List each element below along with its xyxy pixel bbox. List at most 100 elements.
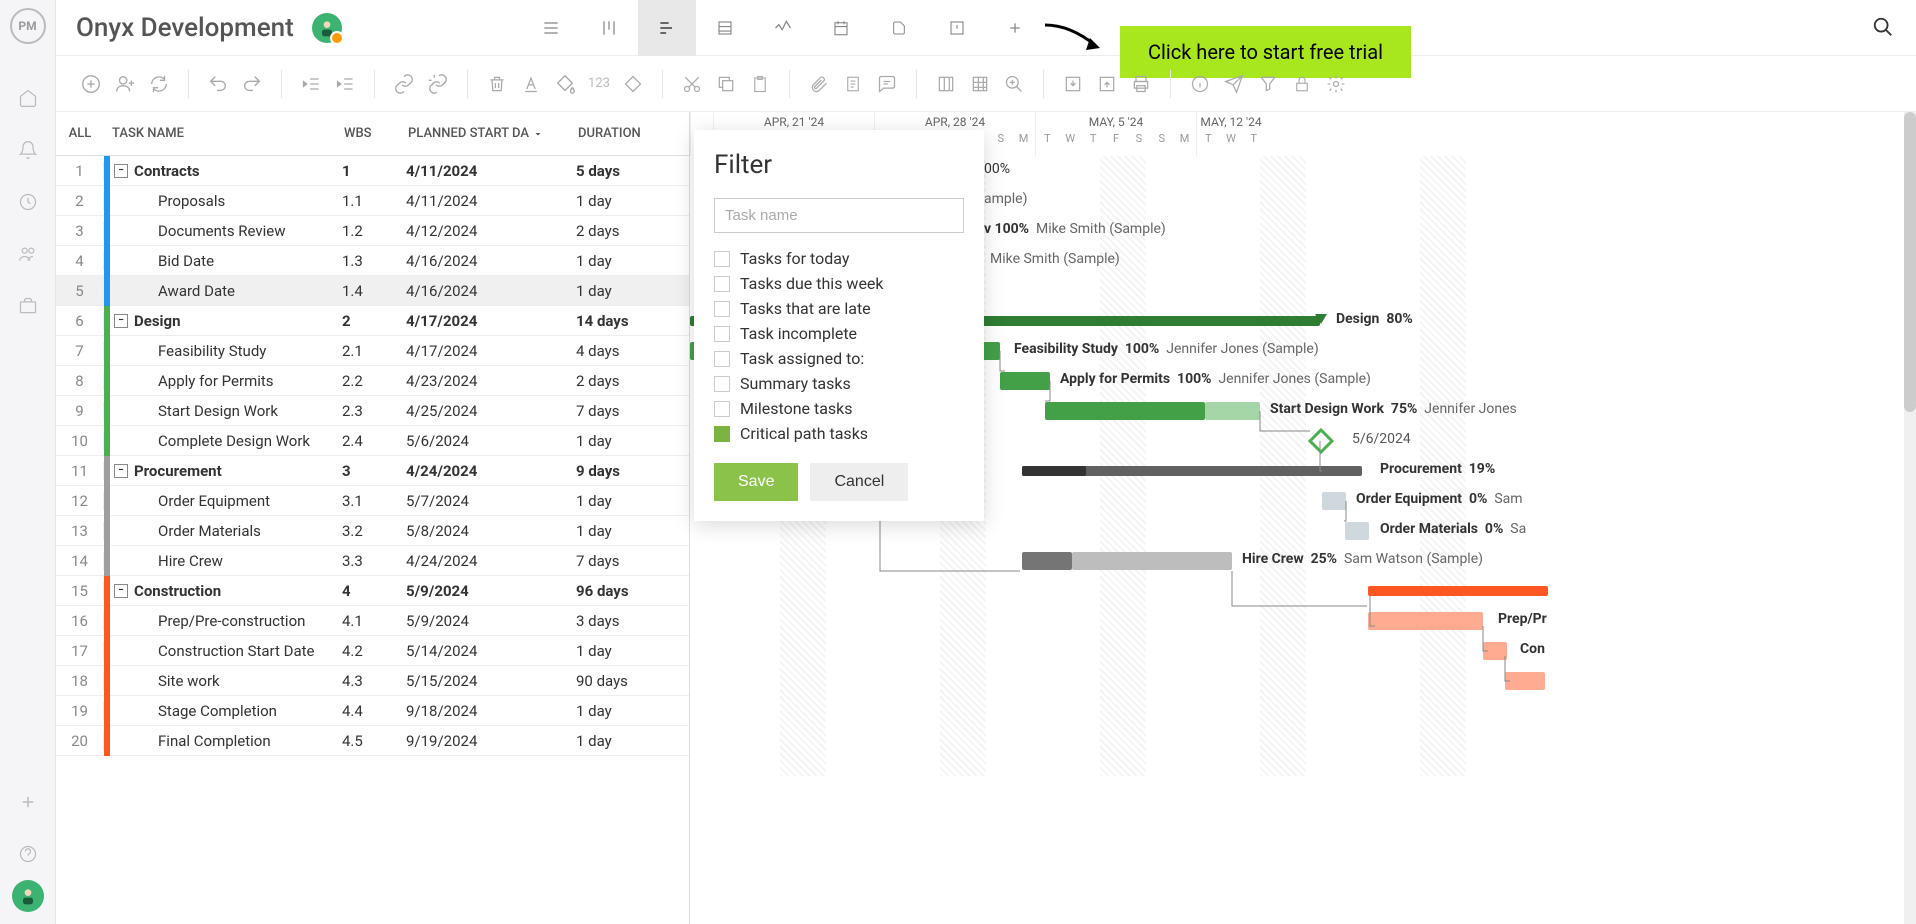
table-row[interactable]: 5Award Date1.44/16/20241 day: [56, 276, 689, 306]
column-all[interactable]: ALL: [56, 126, 104, 141]
risks-view-tab[interactable]: [928, 0, 986, 56]
undo-icon[interactable]: [203, 69, 233, 99]
filter-option[interactable]: Tasks that are late: [714, 299, 964, 318]
filter-option[interactable]: Critical path tasks: [714, 424, 964, 443]
task-name-cell[interactable]: −Contracts: [110, 162, 342, 180]
filter-option[interactable]: Milestone tasks: [714, 399, 964, 418]
task-name-cell[interactable]: Construction Start Date: [110, 642, 342, 660]
task-name-cell[interactable]: Award Date: [110, 282, 342, 300]
task-name-cell[interactable]: Complete Design Work: [110, 432, 342, 450]
task-name-cell[interactable]: Prep/Pre-construction: [110, 612, 342, 630]
delete-icon[interactable]: [482, 69, 512, 99]
dashboard-view-tab[interactable]: [754, 0, 812, 56]
vertical-scrollbar[interactable]: [1904, 112, 1916, 924]
table-row[interactable]: 7Feasibility Study2.14/17/20244 days: [56, 336, 689, 366]
checkbox-icon[interactable]: [714, 251, 730, 267]
fill-icon[interactable]: [550, 69, 580, 99]
people-icon[interactable]: [16, 242, 40, 266]
checkbox-icon[interactable]: [714, 401, 730, 417]
collapse-icon[interactable]: −: [114, 584, 128, 598]
collapse-icon[interactable]: −: [114, 164, 128, 178]
search-icon[interactable]: [1872, 16, 1894, 38]
checkbox-icon[interactable]: [714, 301, 730, 317]
columns-icon[interactable]: [931, 69, 961, 99]
column-wbs[interactable]: WBS: [344, 126, 408, 141]
redo-icon[interactable]: [237, 69, 267, 99]
table-row[interactable]: 3Documents Review1.24/12/20242 days: [56, 216, 689, 246]
indent-icon[interactable]: [330, 69, 360, 99]
table-row[interactable]: 13Order Materials3.25/8/20241 day: [56, 516, 689, 546]
board-view-tab[interactable]: [580, 0, 638, 56]
task-name-cell[interactable]: Hire Crew: [110, 552, 342, 570]
table-row[interactable]: 14Hire Crew3.34/24/20247 days: [56, 546, 689, 576]
comment-icon[interactable]: [872, 69, 902, 99]
table-row[interactable]: 6−Design24/17/202414 days: [56, 306, 689, 336]
export-icon[interactable]: [1092, 69, 1122, 99]
task-name-cell[interactable]: Site work: [110, 672, 342, 690]
briefcase-icon[interactable]: [16, 294, 40, 318]
info-icon[interactable]: [1185, 69, 1215, 99]
home-icon[interactable]: [16, 86, 40, 110]
task-name-cell[interactable]: Bid Date: [110, 252, 342, 270]
column-planned-start[interactable]: PLANNED START DA: [408, 126, 578, 141]
filter-task-name-input[interactable]: [714, 198, 964, 233]
task-name-cell[interactable]: Order Materials: [110, 522, 342, 540]
settings-icon[interactable]: [1321, 69, 1351, 99]
attach-icon[interactable]: [804, 69, 834, 99]
filter-icon[interactable]: [1253, 69, 1283, 99]
table-row[interactable]: 19Stage Completion4.49/18/20241 day: [56, 696, 689, 726]
send-icon[interactable]: [1219, 69, 1249, 99]
plus-icon[interactable]: [16, 790, 40, 814]
table-row[interactable]: 4Bid Date1.34/16/20241 day: [56, 246, 689, 276]
filter-option[interactable]: Task assigned to:: [714, 349, 964, 368]
table-row[interactable]: 17Construction Start Date4.25/14/20241 d…: [56, 636, 689, 666]
filter-option[interactable]: Tasks for today: [714, 249, 964, 268]
checkbox-icon[interactable]: [714, 326, 730, 342]
clock-icon[interactable]: [16, 190, 40, 214]
task-name-cell[interactable]: −Construction: [110, 582, 342, 600]
zoom-icon[interactable]: [999, 69, 1029, 99]
task-name-cell[interactable]: −Design: [110, 312, 342, 330]
user-avatar[interactable]: [12, 880, 44, 912]
filter-option[interactable]: Tasks due this week: [714, 274, 964, 293]
help-icon[interactable]: [16, 842, 40, 866]
grid-icon[interactable]: [965, 69, 995, 99]
table-row[interactable]: 1−Contracts14/11/20245 days: [56, 156, 689, 186]
add-task-icon[interactable]: [76, 69, 106, 99]
unlink-icon[interactable]: [423, 69, 453, 99]
collapse-icon[interactable]: −: [114, 314, 128, 328]
table-row[interactable]: 15−Construction45/9/202496 days: [56, 576, 689, 606]
assign-icon[interactable]: [110, 69, 140, 99]
note-icon[interactable]: [838, 69, 868, 99]
column-task-name[interactable]: TASK NAME: [104, 126, 344, 141]
task-name-cell[interactable]: −Procurement: [110, 462, 342, 480]
task-name-cell[interactable]: Final Completion: [110, 732, 342, 750]
task-name-cell[interactable]: Feasibility Study: [110, 342, 342, 360]
app-logo[interactable]: PM: [10, 8, 46, 44]
text-color-icon[interactable]: [516, 69, 546, 99]
checkbox-icon[interactable]: [714, 351, 730, 367]
lock-icon[interactable]: [1287, 69, 1317, 99]
bell-icon[interactable]: [16, 138, 40, 162]
filter-option[interactable]: Task incomplete: [714, 324, 964, 343]
list-view-tab[interactable]: [522, 0, 580, 56]
sheet-view-tab[interactable]: [696, 0, 754, 56]
task-name-cell[interactable]: Start Design Work: [110, 402, 342, 420]
table-row[interactable]: 9Start Design Work2.34/25/20247 days: [56, 396, 689, 426]
table-row[interactable]: 12Order Equipment3.15/7/20241 day: [56, 486, 689, 516]
task-name-cell[interactable]: Documents Review: [110, 222, 342, 240]
project-owner-avatar[interactable]: [312, 13, 342, 43]
checkbox-icon[interactable]: [714, 376, 730, 392]
table-row[interactable]: 10Complete Design Work2.45/6/20241 day: [56, 426, 689, 456]
numbering-icon[interactable]: 123: [584, 69, 614, 99]
copy-icon[interactable]: [711, 69, 741, 99]
table-row[interactable]: 18Site work4.35/15/202490 days: [56, 666, 689, 696]
filter-cancel-button[interactable]: Cancel: [810, 463, 908, 501]
collapse-icon[interactable]: −: [114, 464, 128, 478]
outdent-icon[interactable]: [296, 69, 326, 99]
import-icon[interactable]: [1058, 69, 1088, 99]
cut-icon[interactable]: [677, 69, 707, 99]
table-row[interactable]: 20Final Completion4.59/19/20241 day: [56, 726, 689, 756]
column-duration[interactable]: DURATION: [578, 126, 678, 141]
task-name-cell[interactable]: Stage Completion: [110, 702, 342, 720]
